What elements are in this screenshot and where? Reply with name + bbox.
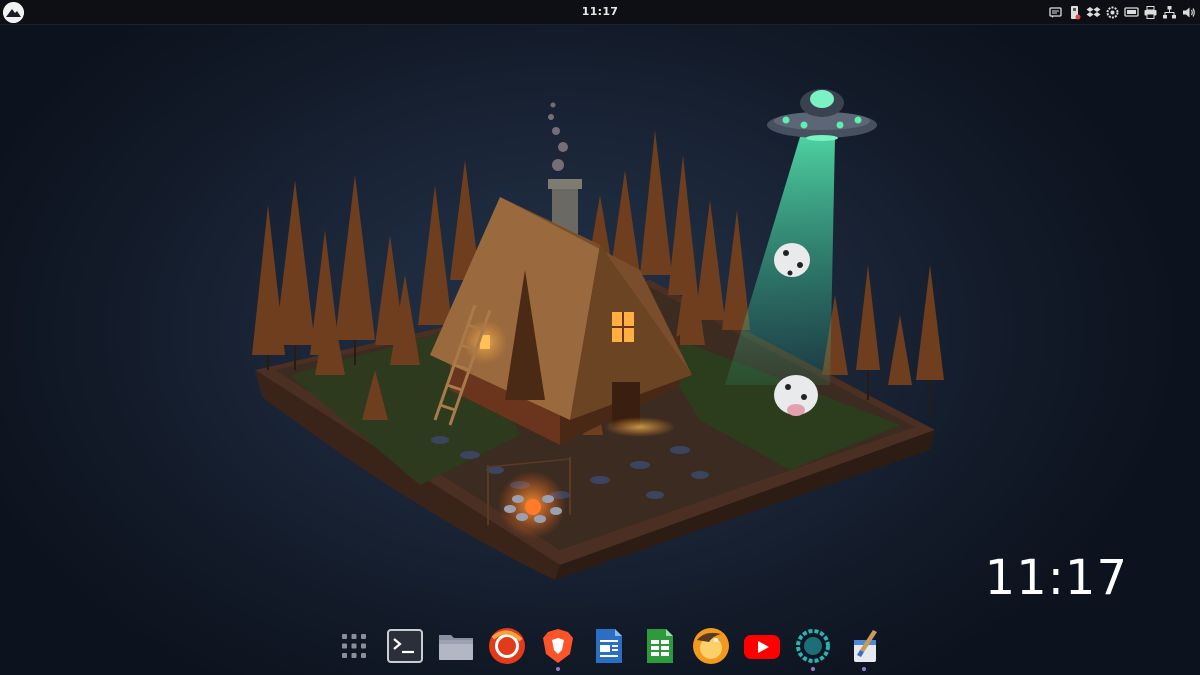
- network-icon[interactable]: [1162, 5, 1177, 20]
- teal-ring-icon: [795, 629, 830, 663]
- running-indicator: [555, 667, 560, 671]
- desktop: 11:17 11:17: [0, 0, 1200, 675]
- terminal-icon: [386, 629, 423, 663]
- panel-clock[interactable]: 11:17: [0, 5, 1200, 18]
- dock: [330, 624, 887, 672]
- paint-brush-icon: [853, 630, 877, 662]
- running-indicator: [810, 667, 815, 671]
- ufo: [767, 89, 877, 141]
- dock-youtube[interactable]: [738, 624, 785, 672]
- penguin-app-icon: [692, 628, 729, 664]
- top-panel: 11:17: [0, 0, 1200, 25]
- dock-app-grid[interactable]: [330, 624, 377, 672]
- floating-cow: [774, 243, 810, 277]
- running-indicator: [861, 667, 866, 671]
- volume-icon[interactable]: [1181, 5, 1196, 20]
- folder-icon: [438, 635, 473, 660]
- dock-terminal[interactable]: [381, 624, 428, 672]
- dock-browser-red[interactable]: [483, 624, 530, 672]
- printer-icon[interactable]: [1143, 5, 1158, 20]
- dock-brave[interactable]: [534, 624, 581, 672]
- dropbox-icon[interactable]: [1086, 5, 1101, 20]
- settings-gear-icon[interactable]: [1105, 5, 1120, 20]
- dock-linux-app[interactable]: [687, 624, 734, 672]
- display-icon[interactable]: [1124, 5, 1139, 20]
- document-writer-icon: [595, 629, 622, 663]
- usb-drive-icon[interactable]: [1067, 5, 1082, 20]
- red-browser-icon: [488, 628, 525, 664]
- dock-files[interactable]: [432, 624, 479, 672]
- chat-icon[interactable]: [1048, 5, 1063, 20]
- dock-calc[interactable]: [636, 624, 683, 672]
- dock-paint[interactable]: [840, 624, 887, 672]
- youtube-play-icon: [743, 635, 780, 659]
- system-tray: [1048, 4, 1196, 21]
- dock-writer[interactable]: [585, 624, 632, 672]
- desktop-clock-widget: 11:17: [984, 550, 1128, 606]
- brave-lion-icon: [542, 629, 573, 663]
- app-grid-icon: [341, 634, 366, 658]
- dock-teal-app[interactable]: [789, 624, 836, 672]
- spreadsheet-calc-icon: [646, 629, 673, 663]
